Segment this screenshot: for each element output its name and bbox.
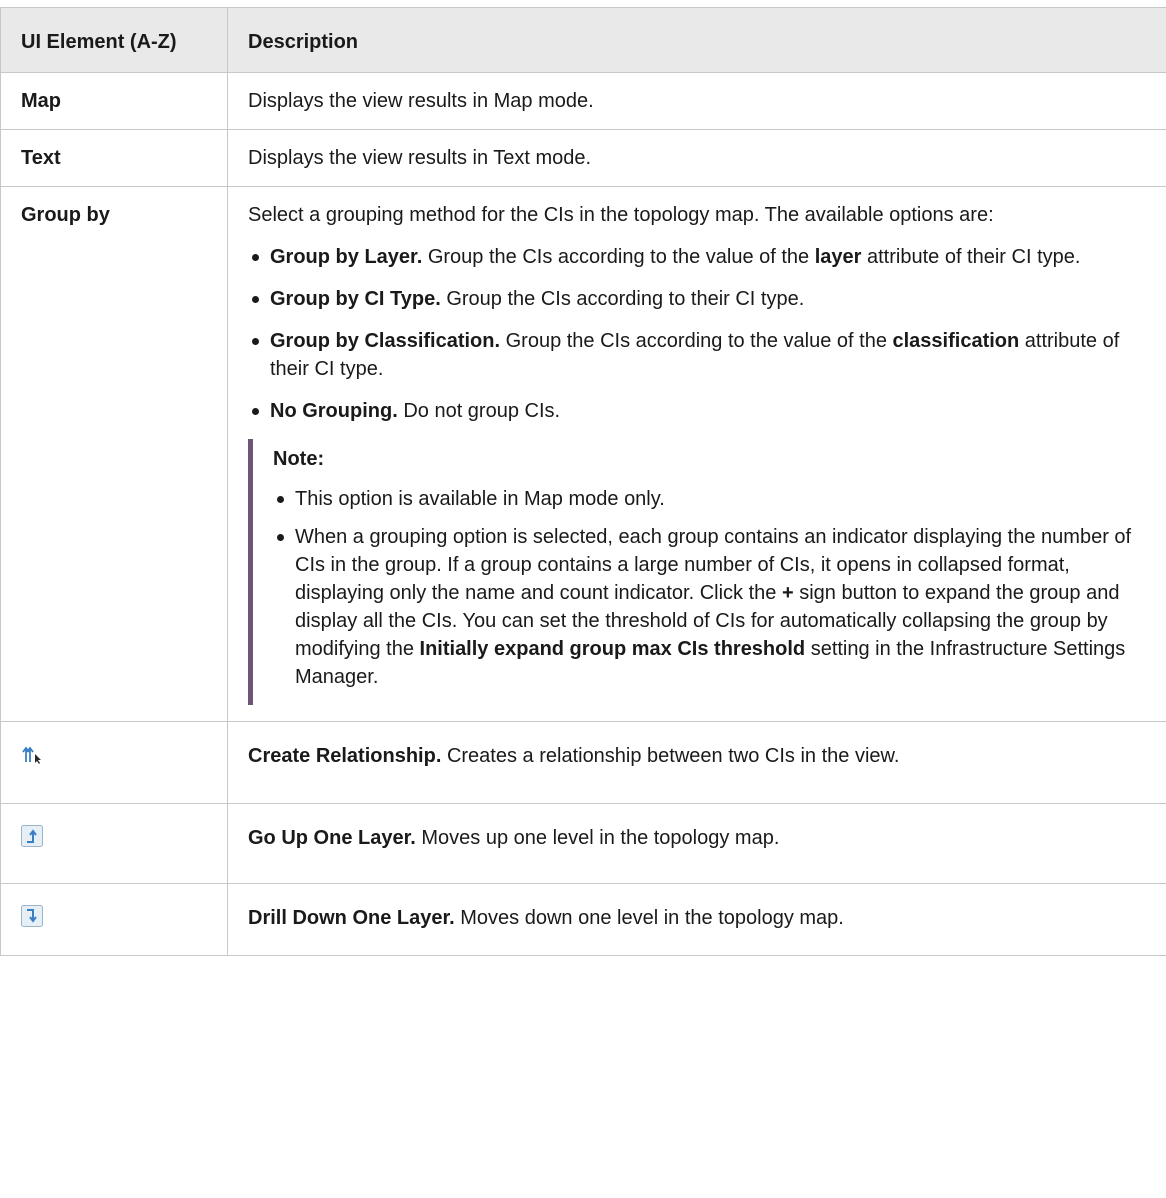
note-text: This option is available in Map mode onl… (295, 488, 665, 510)
drill-down-one-layer-icon (21, 905, 43, 927)
row-text: Moves up one level in the topology map. (415, 827, 780, 849)
option-text: attribute of their CI type. (861, 246, 1081, 268)
option-text: Group the CIs according to their CI type… (440, 288, 805, 310)
row-title: Drill Down One Layer. (248, 907, 455, 929)
note-title: Note: (273, 448, 325, 470)
row-icon-cell (0, 803, 228, 884)
option-bold-term: classification (892, 330, 1020, 352)
option-text: Group the CIs according to the value of … (422, 246, 815, 268)
row-desc-text: Displays the view results in Text mode. (227, 129, 1166, 187)
row-desc-map: Displays the view results in Map mode. (227, 72, 1166, 130)
option-title: Group by Layer. (270, 246, 423, 268)
option-bold-term: layer (814, 246, 862, 268)
row-text: Moves down one level in the topology map… (454, 907, 844, 929)
row-desc-create-relationship: Create Relationship. Creates a relations… (227, 721, 1166, 804)
row-text: Creates a relationship between two CIs i… (441, 745, 900, 767)
row-name-map: Map (0, 72, 228, 130)
option-title: Group by Classification. (270, 330, 501, 352)
group-by-intro: Select a grouping method for the CIs in … (248, 204, 994, 226)
table-header-row: UI Element (A-Z) Description (0, 7, 1166, 73)
list-item: This option is available in Map mode onl… (273, 485, 1154, 513)
list-item: Group by Classification. Group the CIs a… (248, 327, 1154, 383)
row-desc-group-by: Select a grouping method for the CIs in … (227, 186, 1166, 722)
table-row: Text Displays the view results in Text m… (0, 129, 1166, 187)
note-list: This option is available in Map mode onl… (273, 485, 1154, 691)
option-title: No Grouping. (270, 400, 398, 422)
option-title: Group by CI Type. (270, 288, 441, 310)
row-desc-drill-down: Drill Down One Layer. Moves down one lev… (227, 883, 1166, 956)
row-title: Create Relationship. (248, 745, 442, 767)
header-description: Description (227, 7, 1166, 73)
row-icon-cell (0, 883, 228, 956)
header-ui-element: UI Element (A-Z) (0, 7, 228, 73)
create-relationship-icon (21, 743, 43, 765)
note-box: Note: This option is available in Map mo… (248, 439, 1154, 705)
row-icon-cell (0, 721, 228, 804)
option-text: Group the CIs according to the value of … (500, 330, 893, 352)
row-name-group-by: Group by (0, 186, 228, 722)
table-row: Map Displays the view results in Map mod… (0, 72, 1166, 130)
go-up-one-layer-icon (21, 825, 43, 847)
group-by-options: Group by Layer. Group the CIs according … (248, 243, 1154, 425)
list-item: Group by CI Type. Group the CIs accordin… (248, 285, 1154, 313)
table-row: Create Relationship. Creates a relations… (0, 721, 1166, 804)
row-title: Go Up One Layer. (248, 827, 416, 849)
option-text: Do not group CIs. (397, 400, 561, 422)
table-row: Go Up One Layer. Moves up one level in t… (0, 803, 1166, 884)
list-item: Group by Layer. Group the CIs according … (248, 243, 1154, 271)
row-desc-go-up: Go Up One Layer. Moves up one level in t… (227, 803, 1166, 884)
list-item: When a grouping option is selected, each… (273, 523, 1154, 691)
row-name-text: Text (0, 129, 228, 187)
table-row: Group by Select a grouping method for th… (0, 186, 1166, 722)
plus-sign: + (781, 582, 794, 604)
setting-name: Initially expand group max CIs threshold (419, 638, 806, 660)
table-row: Drill Down One Layer. Moves down one lev… (0, 883, 1166, 956)
list-item: No Grouping. Do not group CIs. (248, 397, 1154, 425)
ui-element-table: UI Element (A-Z) Description Map Display… (0, 7, 1166, 956)
